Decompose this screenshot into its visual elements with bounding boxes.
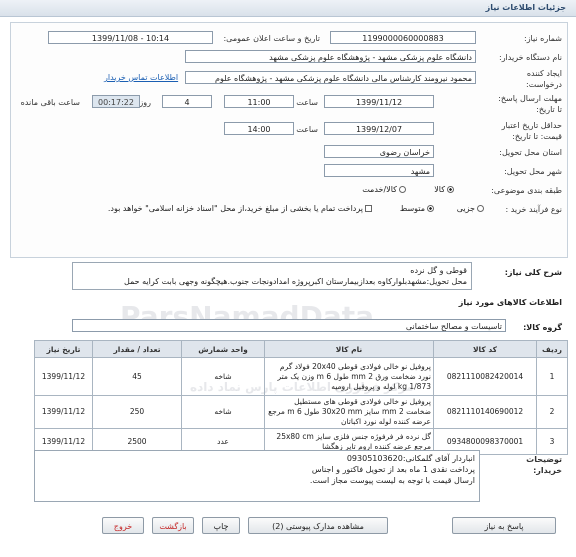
buyer-notes-label-2: خریدار: bbox=[533, 466, 562, 475]
reply-deadline-label: مهلت ارسال پاسخ: bbox=[498, 94, 562, 103]
window-title: جزئیات اطلاعات نیاز bbox=[485, 3, 566, 12]
cell-date: 1399/11/12 bbox=[34, 395, 93, 429]
title-bar: جزئیات اطلاعات نیاز bbox=[0, 0, 576, 17]
table-row[interactable]: 1 0821110082420014 پروفیل نو خالی فولادی… bbox=[34, 357, 568, 396]
cell-qty: 45 bbox=[92, 357, 182, 396]
validity-time-label: ساعت bbox=[296, 125, 318, 134]
cell-date: 1399/11/12 bbox=[34, 357, 93, 396]
reply-date-field[interactable]: 1399/11/12 bbox=[324, 95, 434, 108]
buyer-field[interactable]: دانشگاه علوم پزشکی مشهد - پژوهشگاه علوم … bbox=[185, 50, 476, 63]
col-qty: تعداد / مقدار bbox=[92, 340, 182, 358]
validity-date-field[interactable]: 1399/12/07 bbox=[324, 122, 434, 135]
reply-time-label: ساعت bbox=[296, 98, 318, 107]
summary-textarea[interactable]: قوطی و گل نرده محل تحویل:مشهدبلوارکاوه ب… bbox=[72, 262, 472, 290]
cell-row: 2 bbox=[536, 395, 568, 429]
checkbox-icon[interactable] bbox=[365, 205, 372, 212]
radio-icon[interactable] bbox=[399, 186, 406, 193]
table-row[interactable]: 2 0821110140690012 پروفیل نو خالی فولادی… bbox=[34, 395, 568, 429]
cell-unit: شاخه bbox=[181, 357, 265, 396]
category-label: طبقه بندی موضوعی: bbox=[491, 186, 562, 195]
cell-row: 1 bbox=[536, 357, 568, 396]
purchase-option-medium[interactable]: متوسط bbox=[400, 204, 436, 213]
view-attachments-button[interactable]: مشاهده مدارک پیوستی (2) bbox=[248, 517, 388, 534]
category-option-goods[interactable]: کالا bbox=[434, 185, 456, 194]
col-name: نام کالا bbox=[264, 340, 434, 358]
treasury-payment-checkbox[interactable]: پرداخت تمام یا بخشی از مبلغ خرید،از محل … bbox=[108, 204, 374, 213]
remaining-time-field: 00:17:22 bbox=[92, 95, 140, 108]
creator-label-2: درخواست: bbox=[526, 80, 562, 89]
reply-button[interactable]: پاسخ به نیاز bbox=[452, 517, 556, 534]
purchase-option-minor[interactable]: جزیی bbox=[457, 204, 486, 213]
purchase-type-label: نوع فرآیند خرید : bbox=[505, 205, 562, 214]
col-row: ردیف bbox=[536, 340, 568, 358]
creator-label: ایجاد کننده bbox=[526, 69, 562, 78]
col-date: تاریخ نیاز bbox=[34, 340, 93, 358]
goods-table: ردیف کد کالا نام کالا واحد شمارش تعداد /… bbox=[34, 340, 568, 455]
province-field[interactable]: خراسان رضوی bbox=[324, 145, 434, 158]
print-button[interactable]: چاپ bbox=[202, 517, 240, 534]
exit-button[interactable]: خروج bbox=[102, 517, 144, 534]
buyer-notes-label: توضیحات bbox=[526, 455, 562, 464]
announce-label: تاریخ و ساعت اعلان عمومی: bbox=[223, 34, 320, 43]
remaining-label: ساعت باقی مانده bbox=[20, 98, 80, 107]
goods-group-field[interactable]: تاسیسات و مصالح ساختمانی bbox=[72, 319, 506, 332]
goods-group-label: گروه کالا: bbox=[523, 323, 562, 332]
radio-selected-icon[interactable] bbox=[447, 186, 454, 193]
cell-qty: 250 bbox=[92, 395, 182, 429]
city-field[interactable]: مشهد bbox=[324, 164, 434, 177]
cell-row: 3 bbox=[536, 428, 568, 455]
table-header-row: ردیف کد کالا نام کالا واحد شمارش تعداد /… bbox=[34, 340, 568, 358]
need-number-label: شماره نیاز: bbox=[524, 34, 562, 43]
radio-selected-icon[interactable] bbox=[427, 205, 434, 212]
goods-section-title: اطلاعات کالاهای مورد نیاز bbox=[458, 298, 562, 307]
days-field[interactable]: 4 bbox=[162, 95, 212, 108]
cell-name: پروفیل نو خالی فولادی قوطی 20x40 فولاد گ… bbox=[264, 357, 434, 396]
need-number-field[interactable]: 1199000060000883 bbox=[330, 31, 476, 44]
col-code: کد کالا bbox=[433, 340, 537, 358]
buyer-notes-textarea[interactable]: انباردار آقای گلمکانی:09305103620 پرداخت… bbox=[34, 450, 480, 502]
summary-label: شرح کلی نیاز: bbox=[504, 268, 562, 277]
province-label: استان محل تحویل: bbox=[499, 148, 562, 157]
cell-code: 0821110140690012 bbox=[433, 395, 537, 429]
col-unit: واحد شمارش bbox=[181, 340, 265, 358]
reply-deadline-label-2: تا تاریخ: bbox=[536, 105, 562, 114]
cell-name: پروفیل نو خالی فولادی قوطی های مستطیل ضخ… bbox=[264, 395, 434, 429]
buyer-contact-link[interactable]: اطلاعات تماس خریدار bbox=[104, 73, 178, 82]
buyer-label: نام دستگاه خریدار: bbox=[499, 53, 562, 62]
reply-time-field[interactable]: 11:00 bbox=[224, 95, 294, 108]
back-button[interactable]: بازگشت bbox=[152, 517, 194, 534]
radio-icon[interactable] bbox=[477, 205, 484, 212]
city-label: شهر محل تحویل: bbox=[504, 167, 562, 176]
min-validity-label-2: قیمت: تا تاریخ: bbox=[512, 132, 562, 141]
validity-time-field[interactable]: 14:00 bbox=[224, 122, 294, 135]
category-option-goods-service[interactable]: کالا/خدمت bbox=[362, 185, 408, 194]
min-validity-label: حداقل تاریخ اعتبار bbox=[501, 121, 562, 130]
announce-datetime-field[interactable]: 1399/11/08 - 10:14 bbox=[48, 31, 213, 44]
cell-code: 0821110082420014 bbox=[433, 357, 537, 396]
creator-field[interactable]: محمود نیرومند کارشناس مالی دانشگاه علوم … bbox=[185, 71, 476, 84]
cell-unit: شاخه bbox=[181, 395, 265, 429]
